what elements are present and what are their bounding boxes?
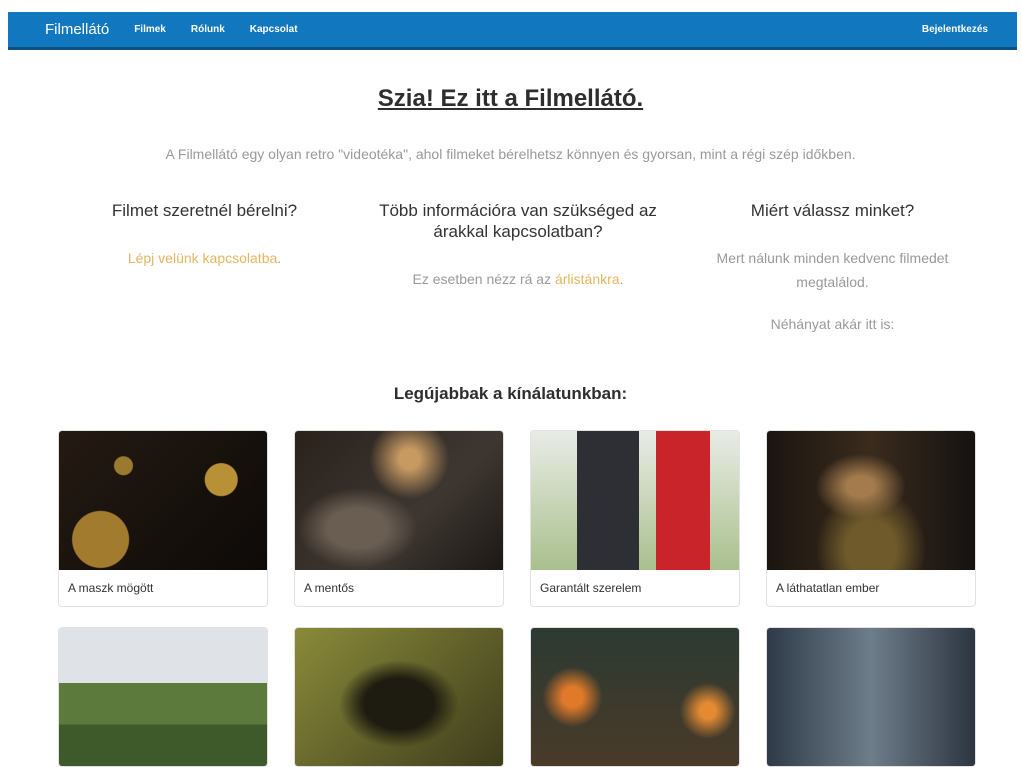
login-link[interactable]: Bejelentkezés	[922, 24, 988, 35]
column-heading: Több információra van szükséged az árakk…	[379, 201, 657, 241]
column-text-end: .	[619, 271, 624, 287]
latest-section-title: Legújabbak a kínálatunkban:	[393, 384, 628, 403]
nav-link-kapcsolat[interactable]: Kapcsolat	[250, 24, 298, 35]
movie-card[interactable]: A maszk mögött	[58, 430, 268, 607]
page-subtitle: A Filmellátó egy olyan retro "videotéka"…	[165, 146, 856, 162]
movie-title: Garantált szerelem	[540, 581, 642, 595]
movie-card[interactable]	[294, 627, 504, 767]
info-column-prices: Több információra van szükséged az árakk…	[363, 200, 673, 291]
top-navbar: Filmellátó Filmek Rólunk Kapcsolat Bejel…	[8, 12, 1017, 50]
column-heading: Miért válassz minket?	[750, 201, 915, 220]
column-text-start: Ez esetben nézz rá az	[412, 271, 555, 287]
movie-card[interactable]: A láthatatlan ember	[766, 430, 976, 607]
movie-poster	[531, 628, 739, 766]
column-heading: Filmet szeretnél bérelni?	[111, 201, 298, 220]
movie-title: A mentős	[304, 581, 355, 595]
movie-title: A láthatatlan ember	[776, 581, 880, 595]
column-text-secondary: Néhányat akár itt is:	[770, 316, 895, 332]
column-text: Ez esetben nézz rá az árlistánkra.	[363, 267, 673, 291]
movie-card[interactable]	[530, 627, 740, 767]
movie-poster	[295, 431, 503, 570]
movie-poster	[59, 628, 267, 766]
contact-link[interactable]: Lépj velünk kapcsolatba	[128, 250, 277, 266]
movie-card[interactable]	[58, 627, 268, 767]
movie-poster	[59, 431, 267, 570]
pricelist-link[interactable]: árlistánkra	[555, 271, 620, 287]
info-column-why: Miért válassz minket? Mert nálunk minden…	[690, 200, 975, 336]
column-text: Lépj velünk kapcsolatba.	[62, 246, 347, 270]
nav-link-rolunk[interactable]: Rólunk	[191, 24, 225, 35]
column-text: Mert nálunk minden kedvenc filmedet megt…	[716, 250, 949, 290]
movie-poster	[531, 431, 739, 570]
brand-link[interactable]: Filmellátó	[45, 21, 109, 38]
page-title: Szia! Ez itt a Filmellátó.	[377, 85, 644, 112]
movie-title: A maszk mögött	[68, 581, 154, 595]
movie-card[interactable]: A mentős	[294, 430, 504, 607]
info-column-rent: Filmet szeretnél bérelni? Lépj velünk ka…	[62, 200, 347, 270]
movie-card[interactable]	[766, 627, 976, 767]
nav-link-filmek[interactable]: Filmek	[134, 24, 166, 35]
movie-poster	[295, 628, 503, 766]
movie-poster	[767, 628, 975, 766]
movie-card[interactable]: Garantált szerelem	[530, 430, 740, 607]
column-text-end: .	[277, 250, 282, 266]
movie-poster	[767, 431, 975, 570]
